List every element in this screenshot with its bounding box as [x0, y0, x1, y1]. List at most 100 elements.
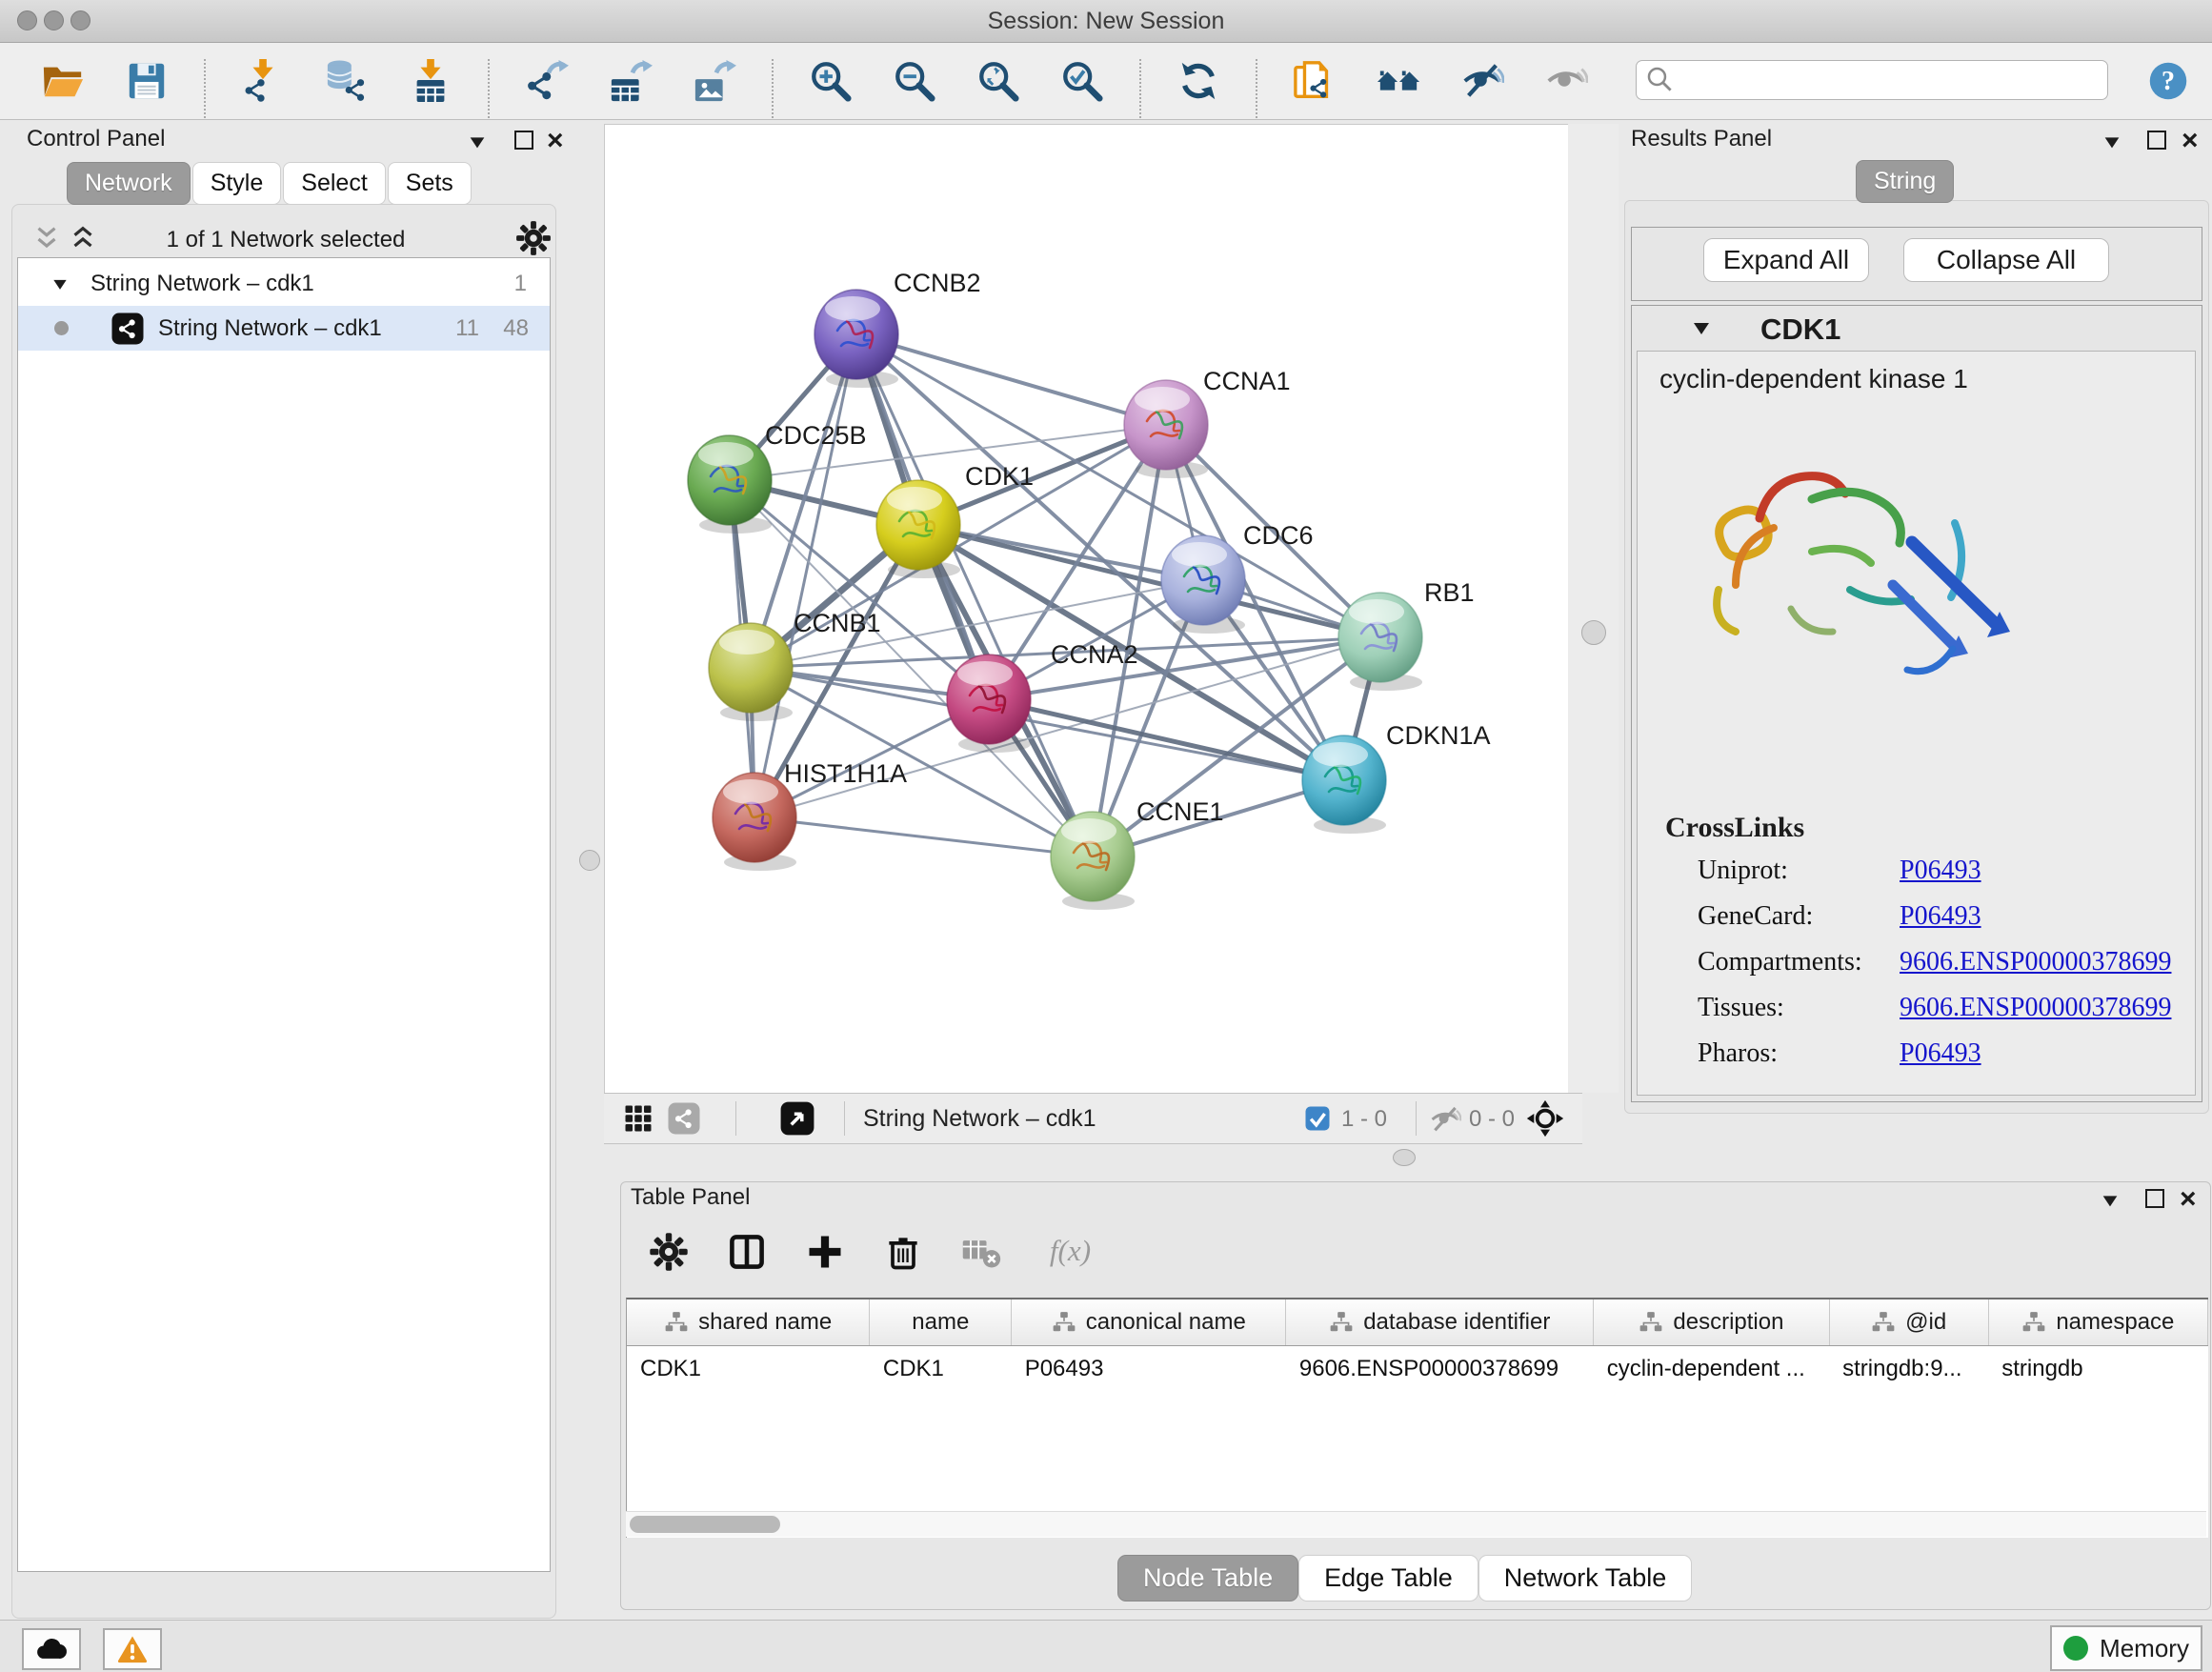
table-cell[interactable]: cyclin-dependent ...	[1594, 1346, 1829, 1393]
import-table-file-icon[interactable]	[409, 59, 452, 103]
import-network-file-icon[interactable]	[241, 59, 285, 103]
table-cell[interactable]: CDK1	[870, 1346, 1012, 1393]
table-cell[interactable]: stringdb:9...	[1829, 1346, 1988, 1393]
results-tab-string[interactable]: String	[1856, 160, 1954, 203]
table-panel-close-icon[interactable]: ×	[2180, 1190, 2197, 1209]
table-panel-menu-icon[interactable]	[2100, 1190, 2121, 1211]
column-header-databaseidentifier[interactable]: database identifier	[1286, 1299, 1594, 1346]
network-node-CDC25B[interactable]	[688, 435, 772, 534]
warnings-button[interactable]	[103, 1628, 162, 1670]
network-node-CCNA2[interactable]	[947, 655, 1031, 753]
crosslink-link[interactable]: 9606.ENSP00000378699	[1900, 947, 2171, 977]
results-panel-float-icon[interactable]	[2147, 131, 2166, 150]
birdseye-view-icon[interactable]	[779, 1100, 815, 1137]
right-splitter[interactable]	[1568, 124, 1619, 1093]
crosslink-label: Compartments:	[1698, 947, 1900, 977]
refresh-layout-icon[interactable]	[1176, 59, 1220, 103]
table-cell[interactable]: 9606.ENSP00000378699	[1286, 1346, 1594, 1393]
table-settings-icon[interactable]	[648, 1231, 690, 1273]
network-node-CCNB1[interactable]	[709, 623, 793, 721]
network-edge[interactable]	[754, 817, 1093, 856]
tab-edge-table[interactable]: Edge Table	[1298, 1555, 1478, 1601]
collapse-all-button[interactable]: Collapse All	[1903, 238, 2109, 282]
column-header-name[interactable]: name	[870, 1299, 1012, 1346]
table-hscrollbar-thumb[interactable]	[630, 1516, 780, 1533]
tab-style[interactable]: Style	[192, 162, 282, 205]
export-image-icon[interactable]	[693, 59, 736, 103]
table-row[interactable]: CDK1CDK1P064939606.ENSP00000378699cyclin…	[627, 1346, 2208, 1393]
gene-collapse-icon[interactable]	[1690, 316, 1713, 339]
grid-view-icon[interactable]	[621, 1101, 655, 1136]
network-node-CDK1[interactable]	[876, 480, 960, 578]
hide-selected-icon[interactable]	[1460, 59, 1504, 103]
import-network-database-icon[interactable]	[325, 59, 369, 103]
zoom-in-icon[interactable]	[809, 59, 853, 103]
zoom-fit-icon[interactable]	[976, 59, 1020, 103]
network-edge[interactable]	[989, 699, 1344, 780]
tab-network[interactable]: Network	[67, 162, 191, 205]
column-header-description[interactable]: description	[1594, 1299, 1829, 1346]
first-neighbors-icon[interactable]	[1377, 59, 1420, 103]
network-node-CCNA1[interactable]	[1124, 380, 1208, 478]
expand-all-networks-icon[interactable]	[67, 223, 99, 255]
crosslink-link[interactable]: P06493	[1900, 1038, 1981, 1069]
collapse-all-networks-icon[interactable]	[30, 223, 63, 255]
tab-sets[interactable]: Sets	[388, 162, 472, 205]
column-header-namespace[interactable]: namespace	[1988, 1299, 2207, 1346]
fit-selected-icon[interactable]	[1526, 1099, 1564, 1138]
table-cell[interactable]: CDK1	[627, 1346, 870, 1393]
collection-expand-icon[interactable]	[50, 274, 70, 293]
right-splitter-handle[interactable]	[1581, 620, 1606, 645]
export-network-icon[interactable]	[525, 59, 569, 103]
memory-button[interactable]: Memory	[2050, 1625, 2202, 1671]
duplicate-network-icon[interactable]	[1293, 59, 1337, 103]
bottom-splitter-handle[interactable]	[1393, 1149, 1416, 1166]
create-column-icon[interactable]	[804, 1231, 846, 1273]
tab-select[interactable]: Select	[283, 162, 385, 205]
search-input[interactable]	[1677, 66, 2107, 94]
delete-column-icon[interactable]	[882, 1231, 924, 1273]
table-cell[interactable]: stringdb	[1988, 1346, 2207, 1393]
zoom-selected-icon[interactable]	[1060, 59, 1104, 103]
results-panel-menu-icon[interactable]	[2101, 131, 2122, 152]
network-node-CDC6[interactable]	[1161, 535, 1245, 634]
control-panel-close-icon[interactable]: ×	[547, 131, 564, 151]
column-header-sharedname[interactable]: shared name	[627, 1299, 870, 1346]
zoom-out-icon[interactable]	[893, 59, 936, 103]
network-node-CCNE1[interactable]	[1051, 812, 1135, 910]
left-splitter-handle[interactable]	[579, 850, 600, 871]
show-columns-icon[interactable]	[726, 1231, 768, 1273]
crosslink-link[interactable]: 9606.ENSP00000378699	[1900, 993, 2171, 1023]
network-options-gear-icon[interactable]	[514, 219, 553, 257]
table-cell[interactable]: P06493	[1012, 1346, 1286, 1393]
table-panel-float-icon[interactable]	[2145, 1189, 2164, 1208]
control-panel-float-icon[interactable]	[514, 131, 533, 150]
network-node-CDKN1A[interactable]	[1302, 735, 1386, 834]
expand-all-button[interactable]: Expand All	[1703, 238, 1869, 282]
show-all-icon[interactable]	[1544, 59, 1588, 103]
tab-network-table[interactable]: Network Table	[1478, 1555, 1693, 1601]
control-panel-menu-icon[interactable]	[467, 131, 488, 152]
help-icon[interactable]: ?	[2147, 60, 2189, 102]
search-box	[1636, 60, 2108, 100]
crosslink-link[interactable]: P06493	[1900, 856, 1981, 886]
open-file-icon[interactable]	[41, 59, 85, 103]
network-collection-row[interactable]: String Network – cdk1 1	[18, 261, 550, 306]
selected-count: 1 - 0	[1341, 1106, 1387, 1133]
network-node-RB1[interactable]	[1338, 593, 1422, 691]
export-table-icon[interactable]	[609, 59, 653, 103]
save-session-icon[interactable]	[125, 59, 169, 103]
network-edge[interactable]	[856, 334, 1166, 425]
tab-node-table[interactable]: Node Table	[1117, 1555, 1298, 1601]
column-header-canonicalname[interactable]: canonical name	[1012, 1299, 1286, 1346]
selected-nodes-checkbox[interactable]	[1303, 1104, 1332, 1133]
results-panel-close-icon[interactable]: ×	[2182, 131, 2199, 151]
column-header-id[interactable]: @id	[1829, 1299, 1988, 1346]
network-canvas[interactable]: CCNB2CCNA1CDC25BCDK1CDC6RB1CCNB1CCNA2CDK…	[604, 124, 1569, 1095]
network-row[interactable]: String Network – cdk1 11 48	[18, 306, 550, 351]
crosslink-link[interactable]: P06493	[1900, 901, 1981, 932]
network-node-CCNB2[interactable]	[814, 290, 898, 388]
cloud-button[interactable]	[22, 1628, 81, 1670]
table-hscrollbar[interactable]	[626, 1511, 2206, 1537]
toolbar-separator	[204, 59, 206, 118]
